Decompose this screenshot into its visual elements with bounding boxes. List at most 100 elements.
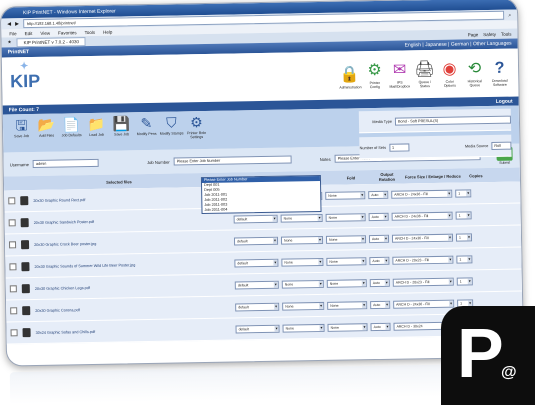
queue-icon: 🖨 [414,60,435,79]
page-menu[interactable]: Page [468,32,479,37]
favorites-star-icon[interactable]: ★ [7,39,11,45]
number-of-sets-input[interactable]: 1 [388,142,410,152]
row-checkbox[interactable] [9,285,17,293]
media-source-select[interactable]: Roll [491,141,512,150]
row-checkbox[interactable] [8,197,16,205]
forward-icon[interactable]: ▶ [15,21,19,27]
row-checkbox[interactable] [8,241,17,249]
copies-input[interactable]: 1 [455,188,472,198]
menu-help[interactable]: Help [103,29,112,34]
search-icon[interactable]: ⌕ [508,12,511,18]
force-size-select[interactable]: ARCH D - 24x36 - Fill [391,211,453,221]
browser-tab[interactable]: KIP PrintNET v 7.0.2 - 4030 [16,36,87,47]
toolbar-save[interactable]: 💾 Save Job [109,114,134,136]
copies-input[interactable]: 1 [456,276,473,286]
rotation-select[interactable]: Auto [369,278,390,287]
mail-icon: ✉ [392,61,407,79]
rotation-select[interactable]: Auto [368,190,389,199]
fold-select[interactable]: None [327,322,368,332]
stamp-select[interactable]: None [281,257,324,267]
row-checkbox[interactable] [10,307,18,315]
menu-tools[interactable]: Tools [85,29,96,34]
stamp-select[interactable]: None [282,301,325,311]
file-name[interactable]: 20x30 Graphic Crock Beer poster.jpg [34,239,234,246]
job-number-select[interactable]: Please Enter Job Number [173,155,292,166]
toolbar-job-defaults[interactable]: 📄 Job Defaults [59,115,84,137]
stamp-select[interactable]: None [281,279,324,289]
stamp-select[interactable]: None [282,323,325,333]
file-name[interactable]: 20x30 Graphic Sandwich Poster.pdf [34,217,234,224]
fold-select[interactable]: None [325,234,367,244]
copies-input[interactable]: 1 [455,232,473,242]
fold-select[interactable]: None [326,278,367,288]
force-size-select[interactable]: ARCH D - 24x36 - Fill [391,189,453,199]
copies-input[interactable]: 1 [455,210,472,220]
size-select[interactable]: default [235,302,280,311]
size-select[interactable]: default [235,324,280,333]
menu-file[interactable]: File [9,31,16,36]
rotation-select[interactable]: Auto [368,212,389,221]
menu-favorites[interactable]: Favorites [58,30,77,35]
language-links[interactable]: English | Japanese | German | Other Lang… [405,41,512,49]
size-select[interactable]: default [233,214,278,223]
tools-menu[interactable]: Tools [501,31,512,36]
rotation-select[interactable]: Auto [370,322,391,331]
gears-icon: ⚙ [367,61,382,80]
rotation-select[interactable]: Auto [369,256,390,265]
submit-label: Submit [499,160,511,165]
file-name[interactable]: 20x30 Graphic Corona.pdf [35,305,235,313]
toolbar-save-job[interactable]: 🖫 Save Job [9,116,34,138]
menu-edit[interactable]: Edit [25,30,33,35]
file-count: File Count: 7 [8,106,40,113]
logout-link[interactable]: Logout [496,98,513,104]
file-name[interactable]: 30x24 Graphic Sofas and Chills.pdf [36,327,236,334]
admin-tools: 🔒 Administration ⚙ Printer Config ✉ IPS Mai… [339,59,510,90]
tool-ips-mail[interactable]: ✉ IPS Mail/Dropbox [389,60,411,88]
media-type-select[interactable]: Bond - Soft PRESUL(S) [394,115,512,126]
tool-printer-config[interactable]: ⚙ Printer Config [364,61,385,89]
col-fold: Fold [346,174,356,181]
row-checkbox[interactable] [9,263,17,271]
stamp-select[interactable]: None [280,213,323,223]
size-select[interactable]: default [233,236,279,245]
back-icon[interactable]: ◀ [7,21,11,27]
file-name[interactable]: 20x30 Graphic Chicken Legs.pdf [35,283,235,291]
force-size-select[interactable]: ARCH D - 20x23 - Fill [392,255,454,265]
rotation-select[interactable]: Auto [370,300,391,309]
row-checkbox[interactable] [8,219,16,227]
tool-queue-status[interactable]: 🖨 Queue / Status [414,60,435,88]
fold-select[interactable]: None [326,256,367,266]
copies-input[interactable]: 1 [456,254,473,264]
safety-menu[interactable]: Safety [483,31,496,36]
toolbar-label: Load Job [89,132,105,138]
toolbar-modify-stamps[interactable]: ⛉ Modify Stamps [159,113,184,135]
toolbar-printer-settings[interactable]: ⚙ Printer Role Settings [184,113,209,139]
size-select[interactable]: default [234,258,279,267]
toolbar-load-job[interactable]: 📁 Load Job [84,115,109,137]
fold-select[interactable]: None [327,300,368,310]
tool-administration[interactable]: 🔒 Administration [339,65,362,90]
fold-select[interactable]: None [325,190,366,200]
toolbar-add-files[interactable]: 📂 Add Files [34,116,59,138]
stamp-select[interactable]: None [280,235,324,245]
toolbar-label: Modify Pens [136,131,157,137]
rotation-select[interactable]: Auto [368,234,390,243]
username-input[interactable]: admin [32,158,100,168]
force-size-select[interactable]: ARCH D - 24x36 - Fill [391,233,454,243]
fold-select[interactable]: None [325,212,366,222]
printnet-badge-icon: P @ [441,306,535,405]
toolbar-modify-pens[interactable]: ✎ Modify Pens [134,114,159,136]
row-checkbox[interactable] [10,329,18,337]
menu-view[interactable]: View [40,30,50,35]
tool-download-software[interactable]: ? Download Software [489,59,510,87]
tool-label: Administration [339,85,362,90]
media-source-label: Media Source [464,143,489,148]
tool-historical-queue[interactable]: ⟲ Historical Queue [464,59,485,87]
tool-color-options[interactable]: ◉ Color Options [439,60,460,88]
size-select[interactable]: default [234,280,279,289]
col-copies: Copies [469,172,483,178]
dropdown-option[interactable]: Job 2011-004 [202,206,320,213]
file-name[interactable]: 20x30 Graphic Sounds of Summer Wild Life… [34,261,234,269]
force-size-select[interactable]: ARCH D - 24x36 - Fill [393,299,455,309]
force-size-select[interactable]: ARCH D - 20x23 - Fill [392,277,454,287]
